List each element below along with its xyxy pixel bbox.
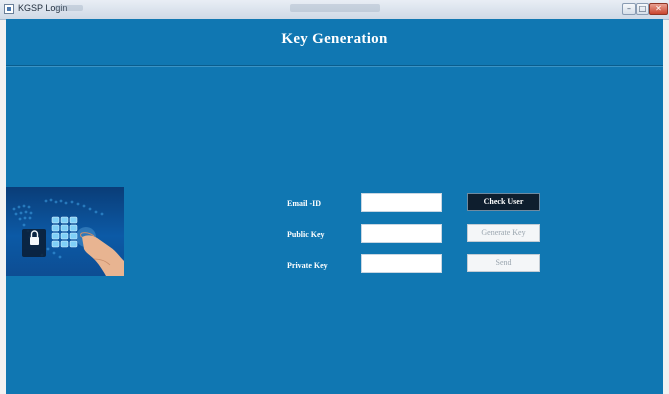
private-key-label: Private Key <box>287 261 328 270</box>
email-input[interactable] <box>361 193 442 212</box>
application-window: KGSP Login – □ ✕ Key Generation Email -I… <box>0 0 669 394</box>
title-bar-blurred-area <box>55 5 83 11</box>
maximize-button[interactable]: □ <box>636 3 649 15</box>
security-keypad-illustration <box>6 187 124 276</box>
public-key-input[interactable] <box>361 224 442 243</box>
page-title: Key Generation <box>281 31 388 47</box>
email-label: Email -ID <box>287 199 321 208</box>
check-user-button[interactable]: Check User <box>467 193 540 211</box>
close-button[interactable]: ✕ <box>649 3 668 15</box>
app-icon <box>4 4 14 14</box>
send-button[interactable]: Send <box>467 254 540 272</box>
client-area: Key Generation Email -ID Public Key Priv… <box>6 19 663 394</box>
title-bar-blurred-area <box>290 4 380 12</box>
security-keypad-graphic <box>12 198 124 276</box>
page-header: Key Generation <box>6 19 663 66</box>
title-bar[interactable]: KGSP Login – □ ✕ <box>0 0 669 20</box>
generate-key-button[interactable]: Generate Key <box>467 224 540 242</box>
private-key-input[interactable] <box>361 254 442 273</box>
public-key-label: Public Key <box>287 230 325 239</box>
minimize-button[interactable]: – <box>622 3 636 15</box>
